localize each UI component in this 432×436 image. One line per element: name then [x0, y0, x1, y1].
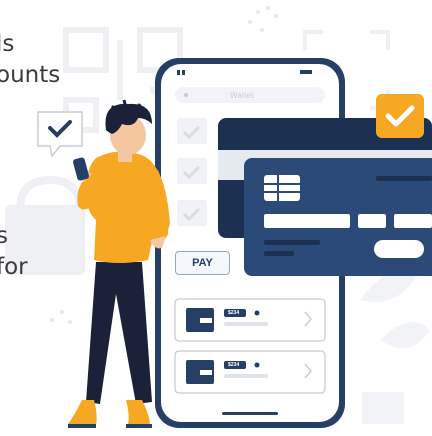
side-text-line-4: for [0, 254, 28, 280]
side-text-line-2: ounts [0, 62, 61, 88]
wallet-row-amount: $234 [228, 362, 240, 368]
checkmark-icon [37, 111, 83, 158]
wallet-row-1 [174, 298, 326, 342]
pay-button[interactable]: PAY [175, 251, 230, 275]
illustration: ls ounts s for Wallet PAY $234 $234 [0, 0, 432, 431]
leaf-decoration [360, 268, 430, 424]
wallet-label: Wallet [230, 91, 254, 100]
wallet-row-amount: $234 [228, 310, 240, 316]
side-text-line-3: s [0, 223, 8, 249]
checkmark-badge [376, 94, 424, 138]
credit-card-icon [244, 158, 432, 276]
wallet-row-2 [174, 350, 326, 394]
side-text-line-1: ls [0, 31, 15, 57]
scene-svg [5, 6, 432, 428]
